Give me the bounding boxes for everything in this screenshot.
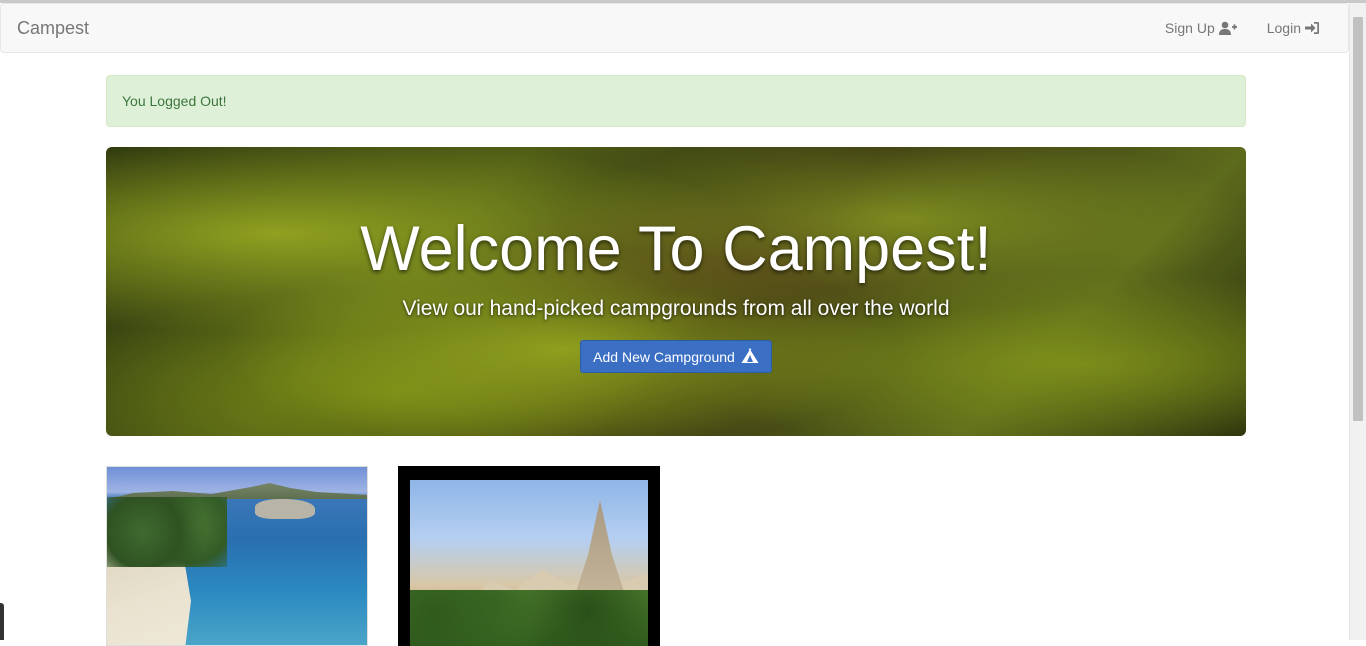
- tent-icon: [741, 347, 759, 366]
- login-label: Login: [1266, 20, 1301, 36]
- add-campground-label: Add New Campground: [593, 348, 735, 365]
- hero-jumbotron: Welcome To Campest! View our hand-picked…: [106, 147, 1246, 436]
- signup-label: Sign Up: [1164, 20, 1215, 36]
- navbar-right: Sign Up Login: [1165, 20, 1320, 36]
- signup-link[interactable]: Sign Up: [1165, 20, 1237, 36]
- campground-thumbnail-cappadocia[interactable]: [398, 466, 660, 646]
- logout-alert: You Logged Out!: [106, 75, 1246, 127]
- beach-hills: [107, 483, 367, 499]
- campground-thumbnail-beach[interactable]: [106, 466, 368, 646]
- add-campground-button[interactable]: Add New Campground: [580, 340, 772, 373]
- cappadocia-trees: [410, 590, 648, 646]
- login-link[interactable]: Login: [1267, 20, 1320, 36]
- scrollbar-thumb[interactable]: [1353, 17, 1363, 421]
- page-scrollbar[interactable]: [1349, 3, 1366, 640]
- user-plus-icon: [1218, 21, 1237, 35]
- side-tab: [0, 603, 4, 640]
- brand-link[interactable]: Campest: [17, 18, 89, 39]
- hero-title: Welcome To Campest!: [360, 214, 992, 284]
- alert-message: You Logged Out!: [122, 93, 227, 109]
- navbar: Campest Sign Up Login: [0, 3, 1349, 53]
- beach-trees: [107, 497, 227, 567]
- hero-background-image: [106, 147, 1246, 436]
- hero-subtitle: View our hand-picked campgrounds from al…: [402, 297, 950, 320]
- sign-in-icon: [1305, 21, 1320, 35]
- beach-rocks: [255, 499, 315, 519]
- cappadocia-photo: [410, 480, 648, 646]
